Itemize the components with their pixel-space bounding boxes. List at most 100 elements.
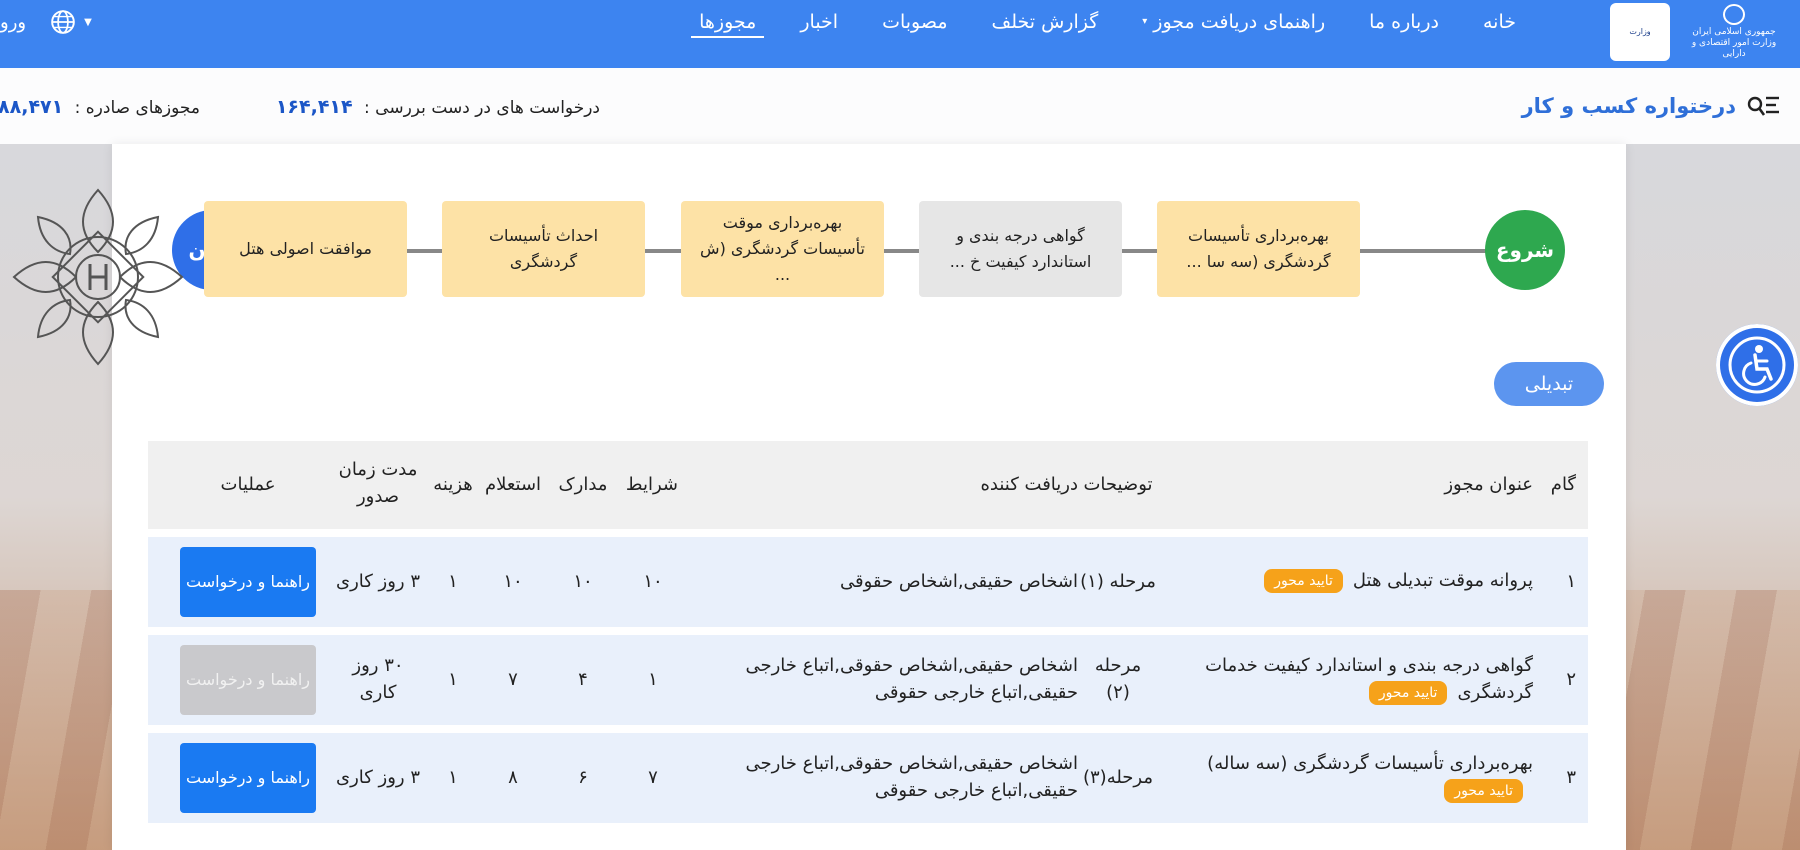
table-row: ۲ گواهی درجه بندی و استاندارد کیفیت خدما… xyxy=(148,635,1588,725)
nav-item-5[interactable]: اخبار xyxy=(778,0,860,68)
cell-ops: راهنما و درخواست xyxy=(178,547,318,617)
nav-item-0[interactable]: خانه xyxy=(1461,0,1538,68)
status-badge: تایید محور xyxy=(1368,681,1448,705)
secondary-logo[interactable]: وزارت xyxy=(1610,3,1670,61)
in-review-label: درخواست های در دست بررسی : xyxy=(364,98,600,118)
status-badge: تایید محور xyxy=(1444,779,1523,803)
cell-ops: راهنما و درخواست xyxy=(178,743,318,813)
cell-step: ۲ xyxy=(1566,669,1576,690)
tab-tabdili[interactable]: تبدیلی xyxy=(1494,362,1604,406)
cell-step: ۱ xyxy=(1566,571,1576,592)
nav-item-label: گزارش تخلف xyxy=(991,11,1099,33)
in-review-stat: درخواست های در دست بررسی : ۱۶۴,۴۱۴ xyxy=(276,96,600,118)
th-title: عنوان مجوز xyxy=(1444,474,1533,495)
cell-receiver: اشخاص حقیقی,اشخاص حقوقی xyxy=(840,571,1078,592)
permit-title: پروانه موقت تبدیلی هتل xyxy=(1352,570,1533,591)
cell-docs: ۶ xyxy=(578,767,588,788)
login-link[interactable]: ورود xyxy=(0,12,26,33)
language-caret-icon[interactable]: ▼ xyxy=(84,17,92,28)
cell-fee: ۱ xyxy=(448,571,458,592)
emblem-icon xyxy=(1723,4,1745,25)
nav-item-6[interactable]: مجوزها xyxy=(677,0,778,68)
cell-title: بهره‌برداری تأسیسات گردشگری (سه ساله) تای… xyxy=(1133,750,1533,804)
logo-b-text: وزارت xyxy=(1629,27,1651,36)
nav-item-3[interactable]: گزارش تخلف xyxy=(970,0,1121,68)
brand-link[interactable]: درختواره کسب و کار xyxy=(1522,94,1780,118)
cell-inquiry: ۸ xyxy=(508,767,518,788)
request-guide-button[interactable]: راهنما و درخواست xyxy=(180,547,316,617)
th-docs: مدارک xyxy=(558,474,608,495)
request-guide-button[interactable]: راهنما و درخواست xyxy=(180,743,316,813)
cell-desc: مرحله(۳) xyxy=(1082,767,1154,788)
nav-item-1[interactable]: درباره ما xyxy=(1347,0,1461,68)
flow-step-5[interactable]: بهره‌برداری تأسیسات گردشگری (سه سا ... xyxy=(1157,201,1360,297)
table-row: ۳ بهره‌برداری تأسیسات گردشگری (سه ساله) ت… xyxy=(148,733,1588,823)
globe-icon[interactable] xyxy=(50,9,76,35)
nav-item-4[interactable]: مصوبات xyxy=(860,0,969,68)
logo-a-line-1: جمهوری اسلامی ایران xyxy=(1692,27,1776,37)
table-header: گام عنوان مجوز توضیحات دریافت کننده شرای… xyxy=(148,441,1588,529)
cell-title: گواهی درجه بندی و استاندارد کیفیت خدمات … xyxy=(1133,652,1533,706)
cell-docs: ۴ xyxy=(578,669,588,690)
cell-conditions: ۷ xyxy=(648,767,658,788)
top-navbar: جمهوری اسلامی ایران وزارت امور اقتصادی و… xyxy=(0,0,1800,68)
cell-receiver: اشخاص حقیقی,اشخاص حقوقی,اتباع خارجی حقیق… xyxy=(745,655,1078,703)
nav-item-label: خانه xyxy=(1482,11,1516,33)
flow-step-4[interactable]: گواهی درجه بندی و استاندارد کیفیت خ ... xyxy=(919,201,1122,297)
nav-item-label: درباره ما xyxy=(1369,11,1439,33)
cell-receiver: اشخاص حقیقی,اشخاص حقوقی,اتباع خارجی حقیق… xyxy=(745,753,1078,801)
nav-left-controls: ورود ▼ xyxy=(0,0,92,68)
th-step: گام xyxy=(1550,474,1576,495)
logo-a-line-2: وزارت امور اقتصادی و دارایی xyxy=(1691,38,1777,59)
cell-desc: مرحله (۲) xyxy=(1094,655,1142,703)
status-badge: تایید محور xyxy=(1264,569,1343,593)
cell-inquiry: ۷ xyxy=(508,669,518,690)
cell-conditions: ۱۰ xyxy=(643,571,663,592)
nav-item-2[interactable]: راهنمای دریافت مجوز ▾ xyxy=(1120,0,1347,68)
in-review-value: ۱۶۴,۴۱۴ xyxy=(275,96,353,118)
cell-docs: ۱۰ xyxy=(573,571,593,592)
issued-stat: مجوزهای صادره : ۸۸,۴۷۱ xyxy=(0,96,200,118)
cell-time: ۳۰ روز کاری xyxy=(352,655,404,703)
nav-item-label: مصوبات xyxy=(882,11,948,33)
issued-value: ۸۸,۴۷۱ xyxy=(0,96,64,118)
th-desc: توضیحات xyxy=(1083,474,1153,495)
th-fee: هزینه xyxy=(433,474,473,495)
cell-title: پروانه موقت تبدیلی هتل تایید محور xyxy=(1133,567,1533,594)
cell-ops: راهنما و درخواست xyxy=(178,645,318,715)
table-row: ۱ پروانه موقت تبدیلی هتل تایید محور مرحله… xyxy=(148,537,1588,627)
issued-label: مجوزهای صادره : xyxy=(74,98,200,118)
ornament-emblem-icon xyxy=(12,188,184,366)
flow-start-node: شروع xyxy=(1485,210,1565,290)
permit-title: بهره‌برداری تأسیسات گردشگری (سه ساله) xyxy=(1207,753,1533,774)
cell-step: ۳ xyxy=(1566,767,1576,788)
request-guide-button[interactable]: راهنما و درخواست xyxy=(180,645,316,715)
cell-fee: ۱ xyxy=(448,767,458,788)
table-body: ۱ پروانه موقت تبدیلی هتل تایید محور مرحله… xyxy=(148,537,1588,823)
flow-step-3[interactable]: بهره‌برداری موقت تأسیسات گردشگری (ش ... xyxy=(681,201,884,297)
search-list-icon xyxy=(1747,96,1779,116)
cell-time: ۳ روز کاری xyxy=(335,571,421,592)
permits-table: گام عنوان مجوز توضیحات دریافت کننده شرای… xyxy=(148,441,1588,823)
ministry-logo[interactable]: جمهوری اسلامی ایران وزارت امور اقتصادی و… xyxy=(1688,4,1780,60)
flow-step-1[interactable]: موافقت اصولی هتل xyxy=(204,201,407,297)
wheelchair-icon xyxy=(1728,336,1786,394)
th-conditions: شرایط xyxy=(625,474,678,495)
main-menu: خانه درباره ما راهنمای دریافت مجوز ▾ گزارش ت… xyxy=(677,0,1538,68)
th-ops: عملیات xyxy=(220,474,276,495)
nav-item-label: راهنمای دریافت مجوز xyxy=(1153,11,1326,33)
cell-desc: مرحله (۱) xyxy=(1080,571,1156,592)
th-inquiry: استعلام xyxy=(484,474,542,495)
nav-logos: جمهوری اسلامی ایران وزارت امور اقتصادی و… xyxy=(1610,2,1780,62)
cell-conditions: ۱ xyxy=(648,669,658,690)
cell-time: ۳ روز کاری xyxy=(335,767,421,788)
flow-step-2[interactable]: احداث تأسیسات گردشگری xyxy=(442,201,645,297)
cell-inquiry: ۱۰ xyxy=(503,571,523,592)
chevron-down-icon: ▾ xyxy=(1142,16,1148,27)
th-time: مدت زمان صدور xyxy=(338,459,418,507)
accessibility-button[interactable] xyxy=(1716,324,1798,406)
nav-item-label: مجوزها xyxy=(699,11,757,33)
brand-title: درختواره کسب و کار xyxy=(1521,94,1736,118)
th-receiver: دریافت کننده xyxy=(980,474,1078,495)
nav-item-label: اخبار xyxy=(800,11,839,33)
